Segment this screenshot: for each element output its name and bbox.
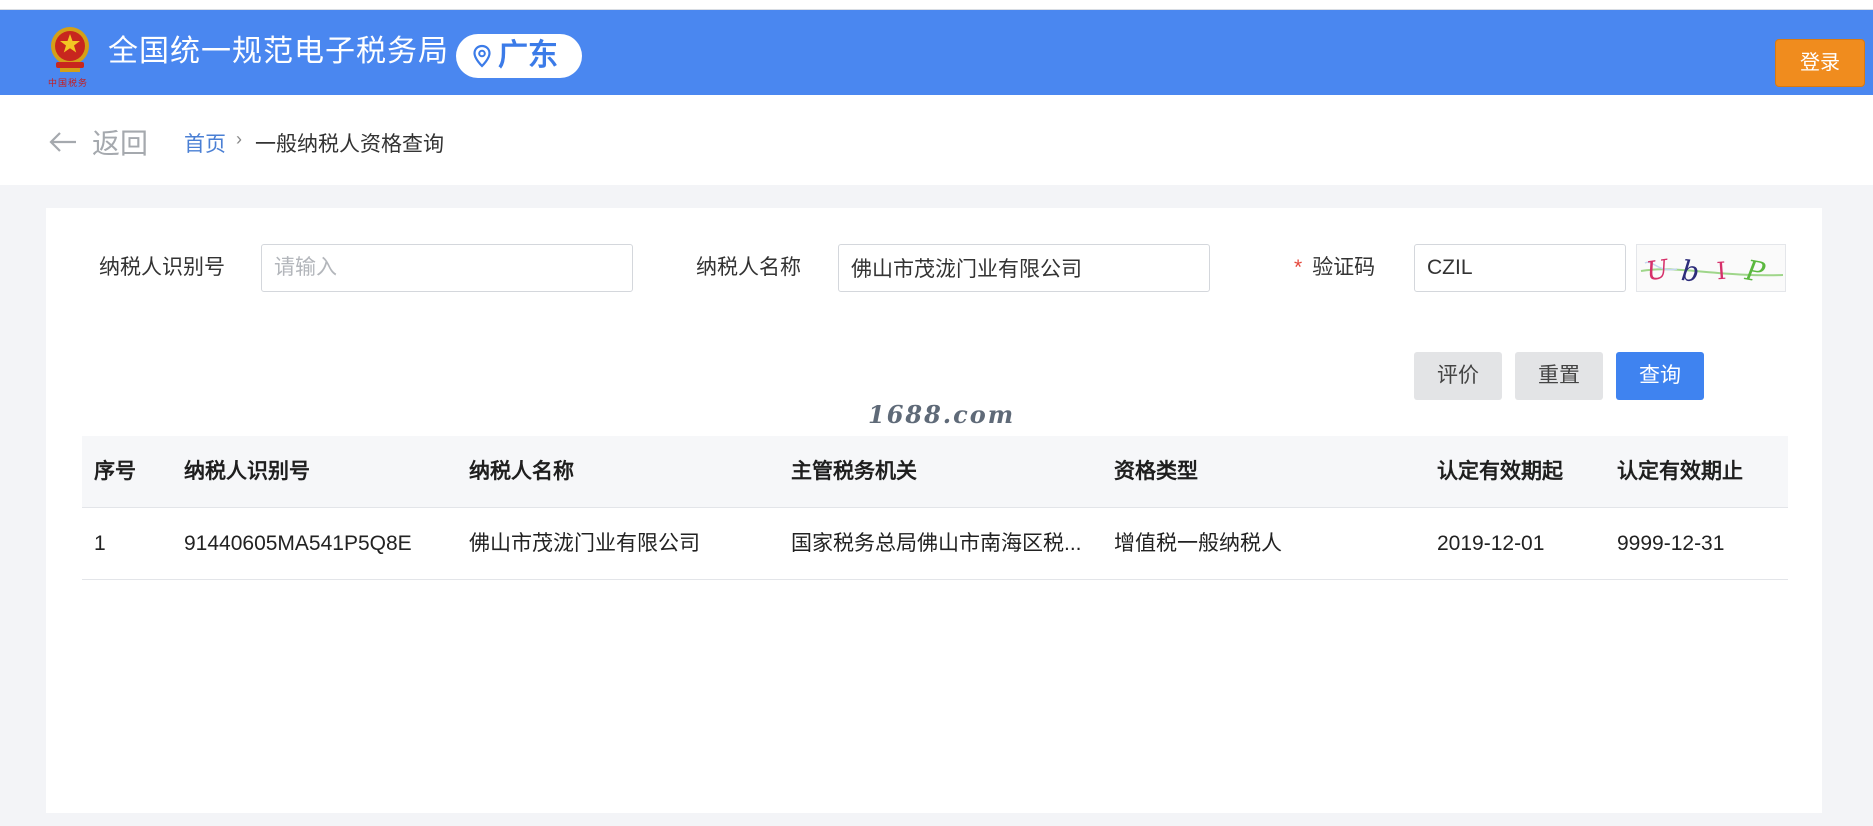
taxpayer-id-cell: 91440605MA541P5Q8E <box>184 532 412 555</box>
taxpayer-name-cell: 佛山市茂泷门业有限公司 <box>469 532 700 555</box>
region-selector[interactable]: 广东 <box>456 34 582 78</box>
rate-button[interactable]: 评价 <box>1414 352 1502 400</box>
required-mark: * <box>1294 256 1303 279</box>
valid-to-cell: 9999-12-31 <box>1617 532 1725 555</box>
valid-from-cell: 2019-12-01 <box>1437 532 1545 555</box>
taxpayer-id-input[interactable] <box>261 244 633 292</box>
taxpayer-name-input[interactable] <box>838 244 1210 292</box>
column-header: 序号 <box>94 460 136 483</box>
watermark: 1688.com <box>868 400 1016 429</box>
captcha-char-3: I <box>1716 257 1727 286</box>
window-top-edge <box>0 0 1873 10</box>
national-emblem-icon <box>51 27 89 72</box>
results-table: 序号 纳税人识别号 纳税人名称 主管税务机关 资格类型 认定有效期起 认定有效期… <box>82 436 1788 580</box>
site-header: 中国税务 全国统一规范电子税务局 广东 登录 <box>0 10 1873 95</box>
captcha-char-1: U <box>1644 254 1671 287</box>
column-header: 认定有效期止 <box>1617 460 1743 483</box>
back-label: 返回 <box>92 128 149 159</box>
site-title: 全国统一规范电子税务局 <box>108 35 449 68</box>
reset-button[interactable]: 重置 <box>1515 352 1603 400</box>
breadcrumb-home-link[interactable]: 首页 <box>184 128 226 158</box>
breadcrumb-current-page: 一般纳税人资格查询 <box>255 133 444 156</box>
arrow-left-icon <box>49 132 76 152</box>
region-label: 广东 <box>498 39 558 72</box>
table-header: 序号 纳税人识别号 纳税人名称 主管税务机关 资格类型 认定有效期起 认定有效期… <box>82 436 1788 508</box>
captcha-input[interactable] <box>1414 244 1626 292</box>
captcha-label-text: 验证码 <box>1312 256 1376 279</box>
column-header: 资格类型 <box>1114 460 1198 483</box>
taxpayer-id-label: 纳税人识别号 <box>99 256 225 279</box>
captcha-graphic: U b I P <box>1640 253 1784 290</box>
breadcrumb-bar: 返回 首页 › 一般纳税人资格查询 <box>0 95 1873 185</box>
breadcrumb-separator: › <box>236 129 242 149</box>
column-header: 认定有效期起 <box>1437 460 1563 483</box>
captcha-label: * 验证码 <box>1294 254 1375 282</box>
emblem-caption: 中国税务 <box>48 79 89 89</box>
row-index: 1 <box>94 532 106 555</box>
login-button[interactable]: 登录 <box>1775 39 1865 87</box>
captcha-char-4: P <box>1742 253 1768 289</box>
column-header: 主管税务机关 <box>791 460 917 483</box>
tax-authority-cell: 国家税务总局佛山市南海区税... <box>791 532 1082 555</box>
table-row: 1 91440605MA541P5Q8E 佛山市茂泷门业有限公司 国家税务总局佛… <box>82 508 1788 580</box>
column-header: 纳税人名称 <box>469 460 574 483</box>
qualification-type-cell: 增值税一般纳税人 <box>1114 532 1282 555</box>
location-pin-icon <box>473 44 491 68</box>
captcha-image[interactable]: U b I P <box>1636 244 1786 292</box>
column-header: 纳税人识别号 <box>184 460 310 483</box>
captcha-char-2: b <box>1680 254 1701 289</box>
query-panel: 纳税人识别号 纳税人名称 * 验证码 U b I P 评价 重置 查询 1688.… <box>46 208 1822 813</box>
back-button[interactable]: 返回 <box>48 125 148 159</box>
query-button[interactable]: 查询 <box>1616 352 1704 400</box>
taxpayer-name-label: 纳税人名称 <box>696 256 801 279</box>
